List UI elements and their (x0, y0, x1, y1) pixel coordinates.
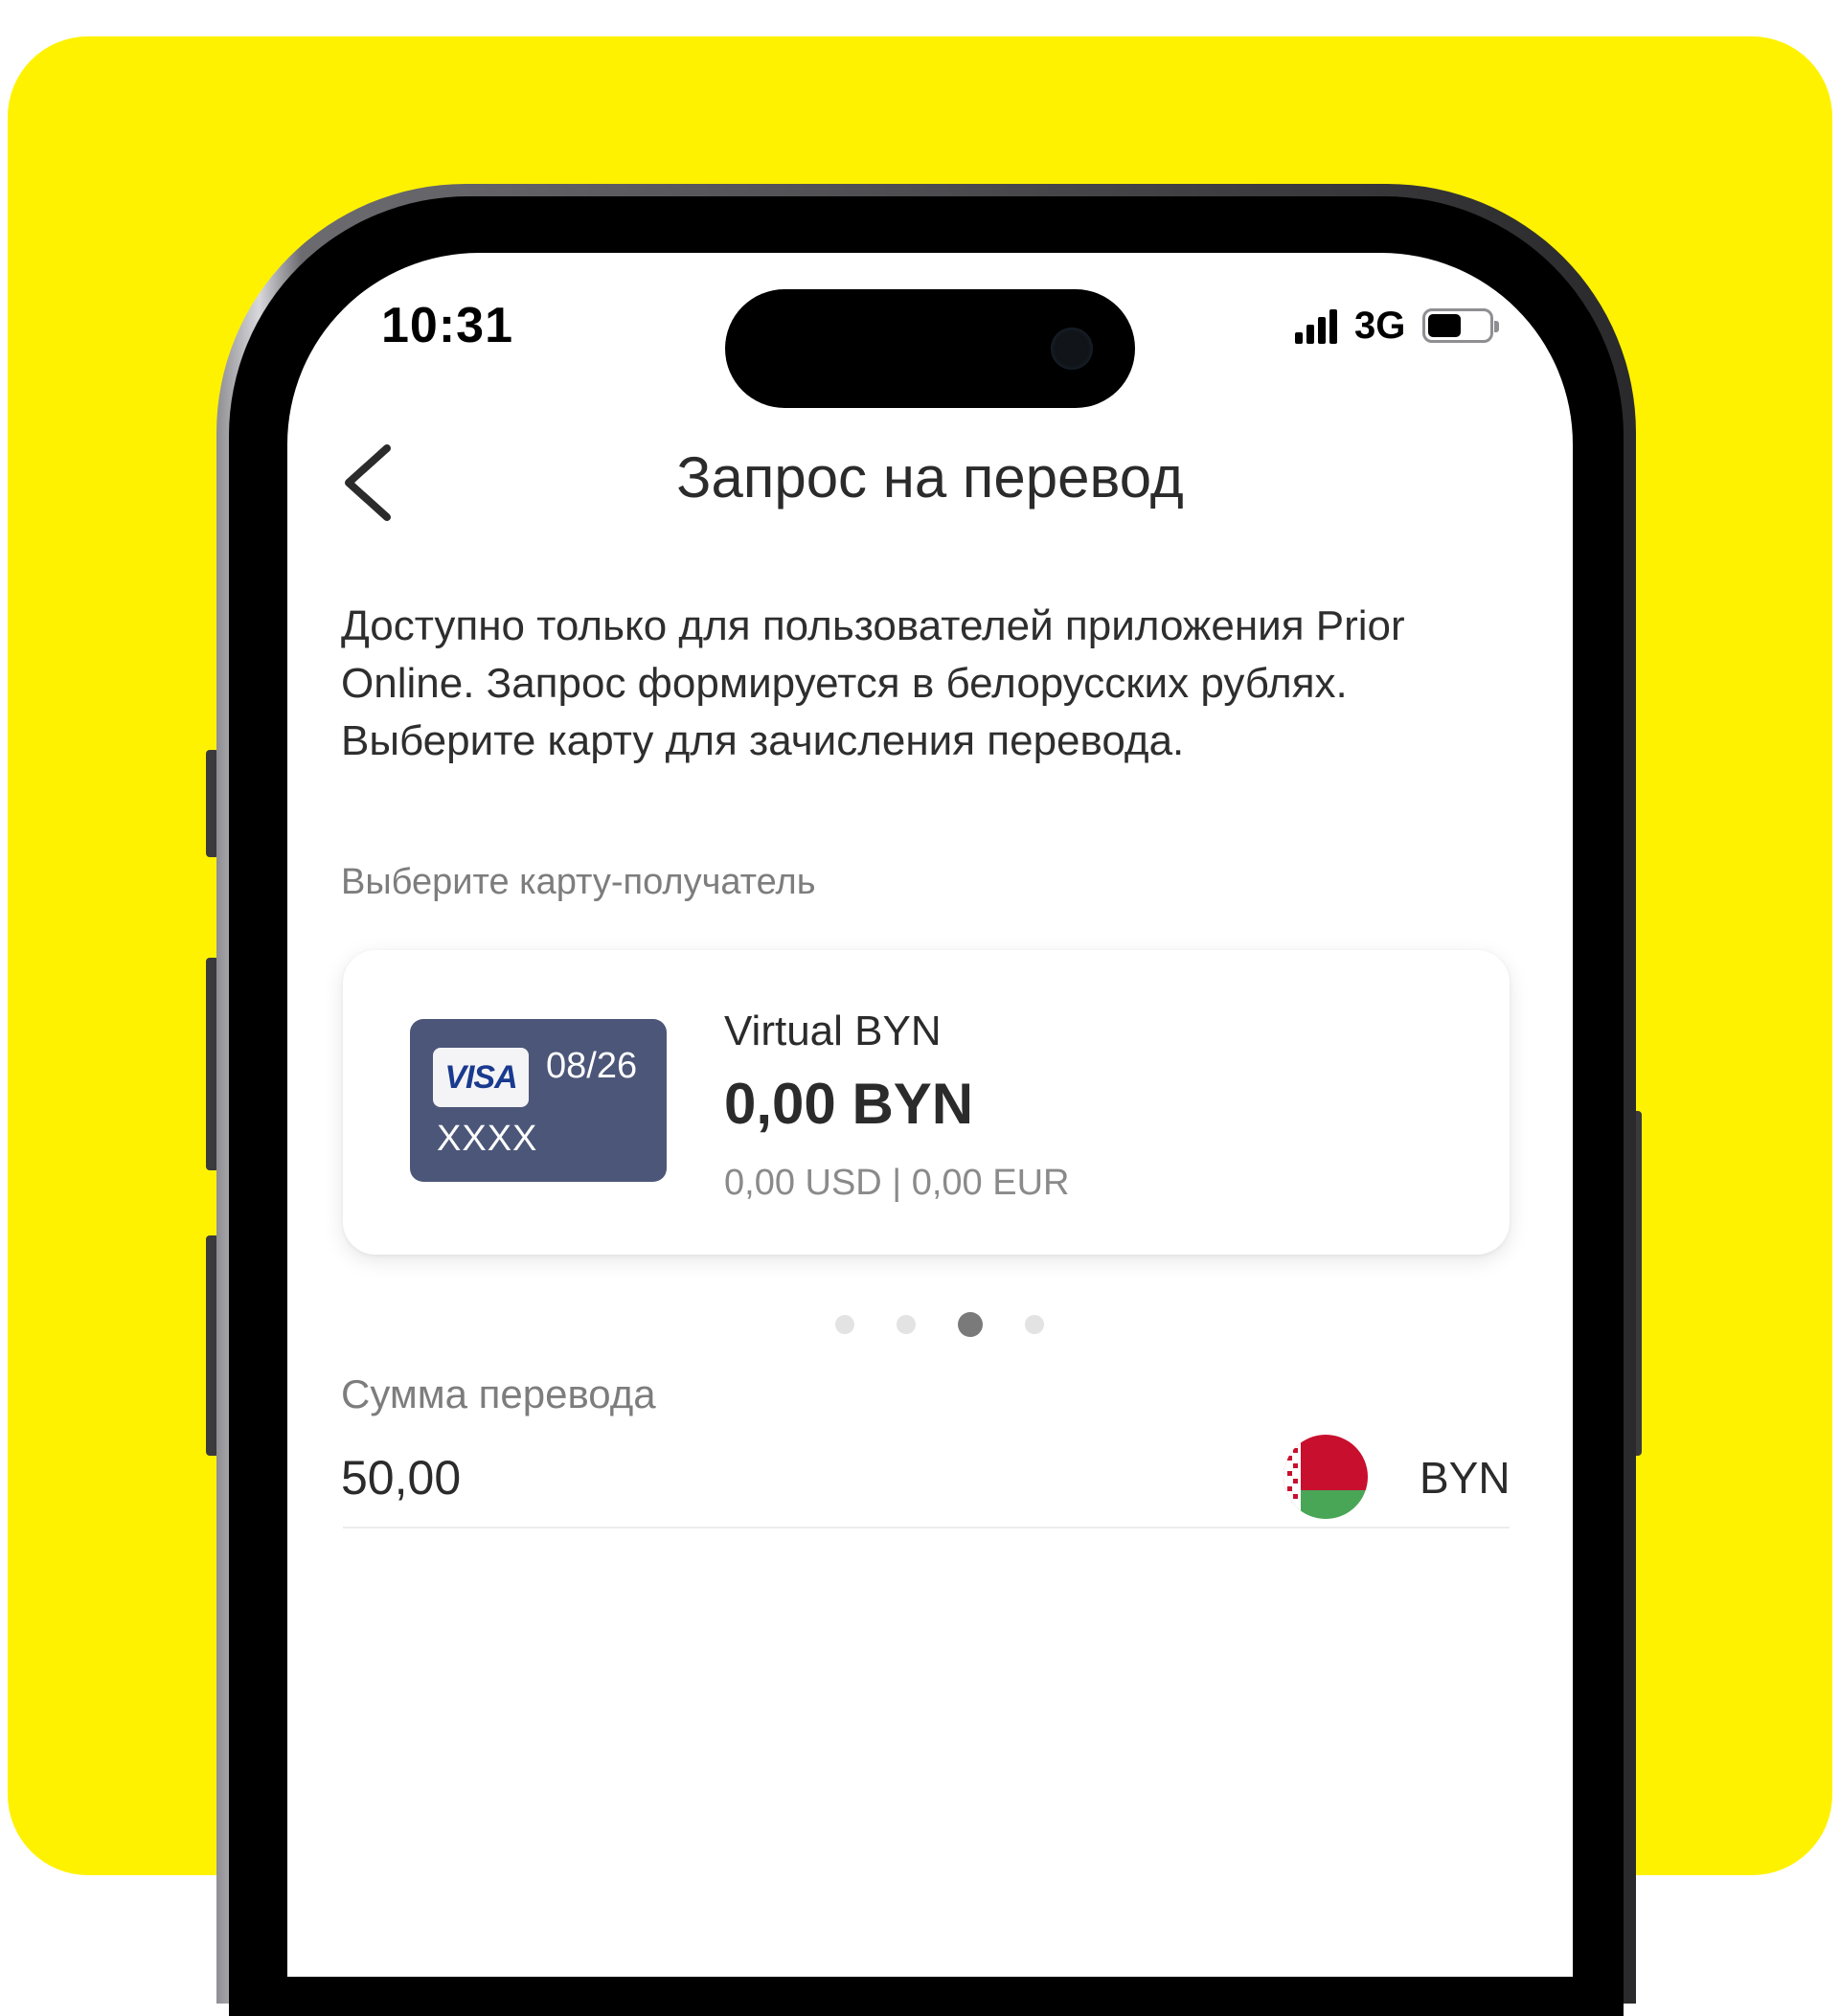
page-title: Запрос на перевод (676, 445, 1184, 510)
visa-logo-icon: VISA (444, 1058, 517, 1096)
description-line-2: Выберите карту для зачисления перевода. (341, 717, 1185, 764)
card-balance: 0,00 BYN (724, 1072, 974, 1136)
pager-dot-active[interactable] (958, 1312, 983, 1337)
status-time: 10:31 (381, 298, 513, 353)
select-card-label: Выберите карту-получатель (341, 862, 816, 902)
currency-code: BYN (1420, 1453, 1511, 1503)
front-camera-icon (1051, 328, 1093, 370)
card-name: Virtual BYN (724, 1008, 942, 1054)
currency-selector[interactable]: BYN (1283, 1433, 1513, 1521)
battery-fill (1428, 314, 1462, 337)
card-thumbnail: VISA 08/26 XXXX (410, 1019, 667, 1182)
card-tile[interactable]: VISA 08/26 XXXX Virtual BYN 0,00 BYN 0,0… (343, 950, 1510, 1255)
phone-screen: 10:31 3G Запрос на перевод Доступно толь… (287, 253, 1573, 1977)
dynamic-island (725, 289, 1135, 408)
belarus-flag-icon (1283, 1435, 1368, 1519)
amount-divider (343, 1527, 1510, 1529)
pager-dot[interactable] (897, 1315, 916, 1334)
amount-input[interactable] (341, 1450, 1069, 1506)
card-pager (835, 1312, 1086, 1337)
signal-icon (1295, 307, 1341, 344)
description-text: Доступно только для пользователей прилож… (341, 598, 1490, 770)
description-line-1: Доступно только для пользователей прилож… (341, 602, 1405, 707)
visa-badge: VISA (433, 1048, 529, 1107)
status-indicators: 3G (1295, 304, 1500, 347)
card-secondary-balances: 0,00 USD | 0,00 EUR (724, 1163, 1070, 1203)
pager-dot[interactable] (835, 1315, 854, 1334)
network-label: 3G (1354, 304, 1406, 347)
card-masked-number: XXXX (437, 1119, 538, 1159)
pager-dot[interactable] (1025, 1315, 1044, 1334)
card-expiry: 08/26 (546, 1046, 638, 1086)
amount-label: Сумма перевода (341, 1371, 656, 1416)
battery-icon (1422, 308, 1500, 343)
